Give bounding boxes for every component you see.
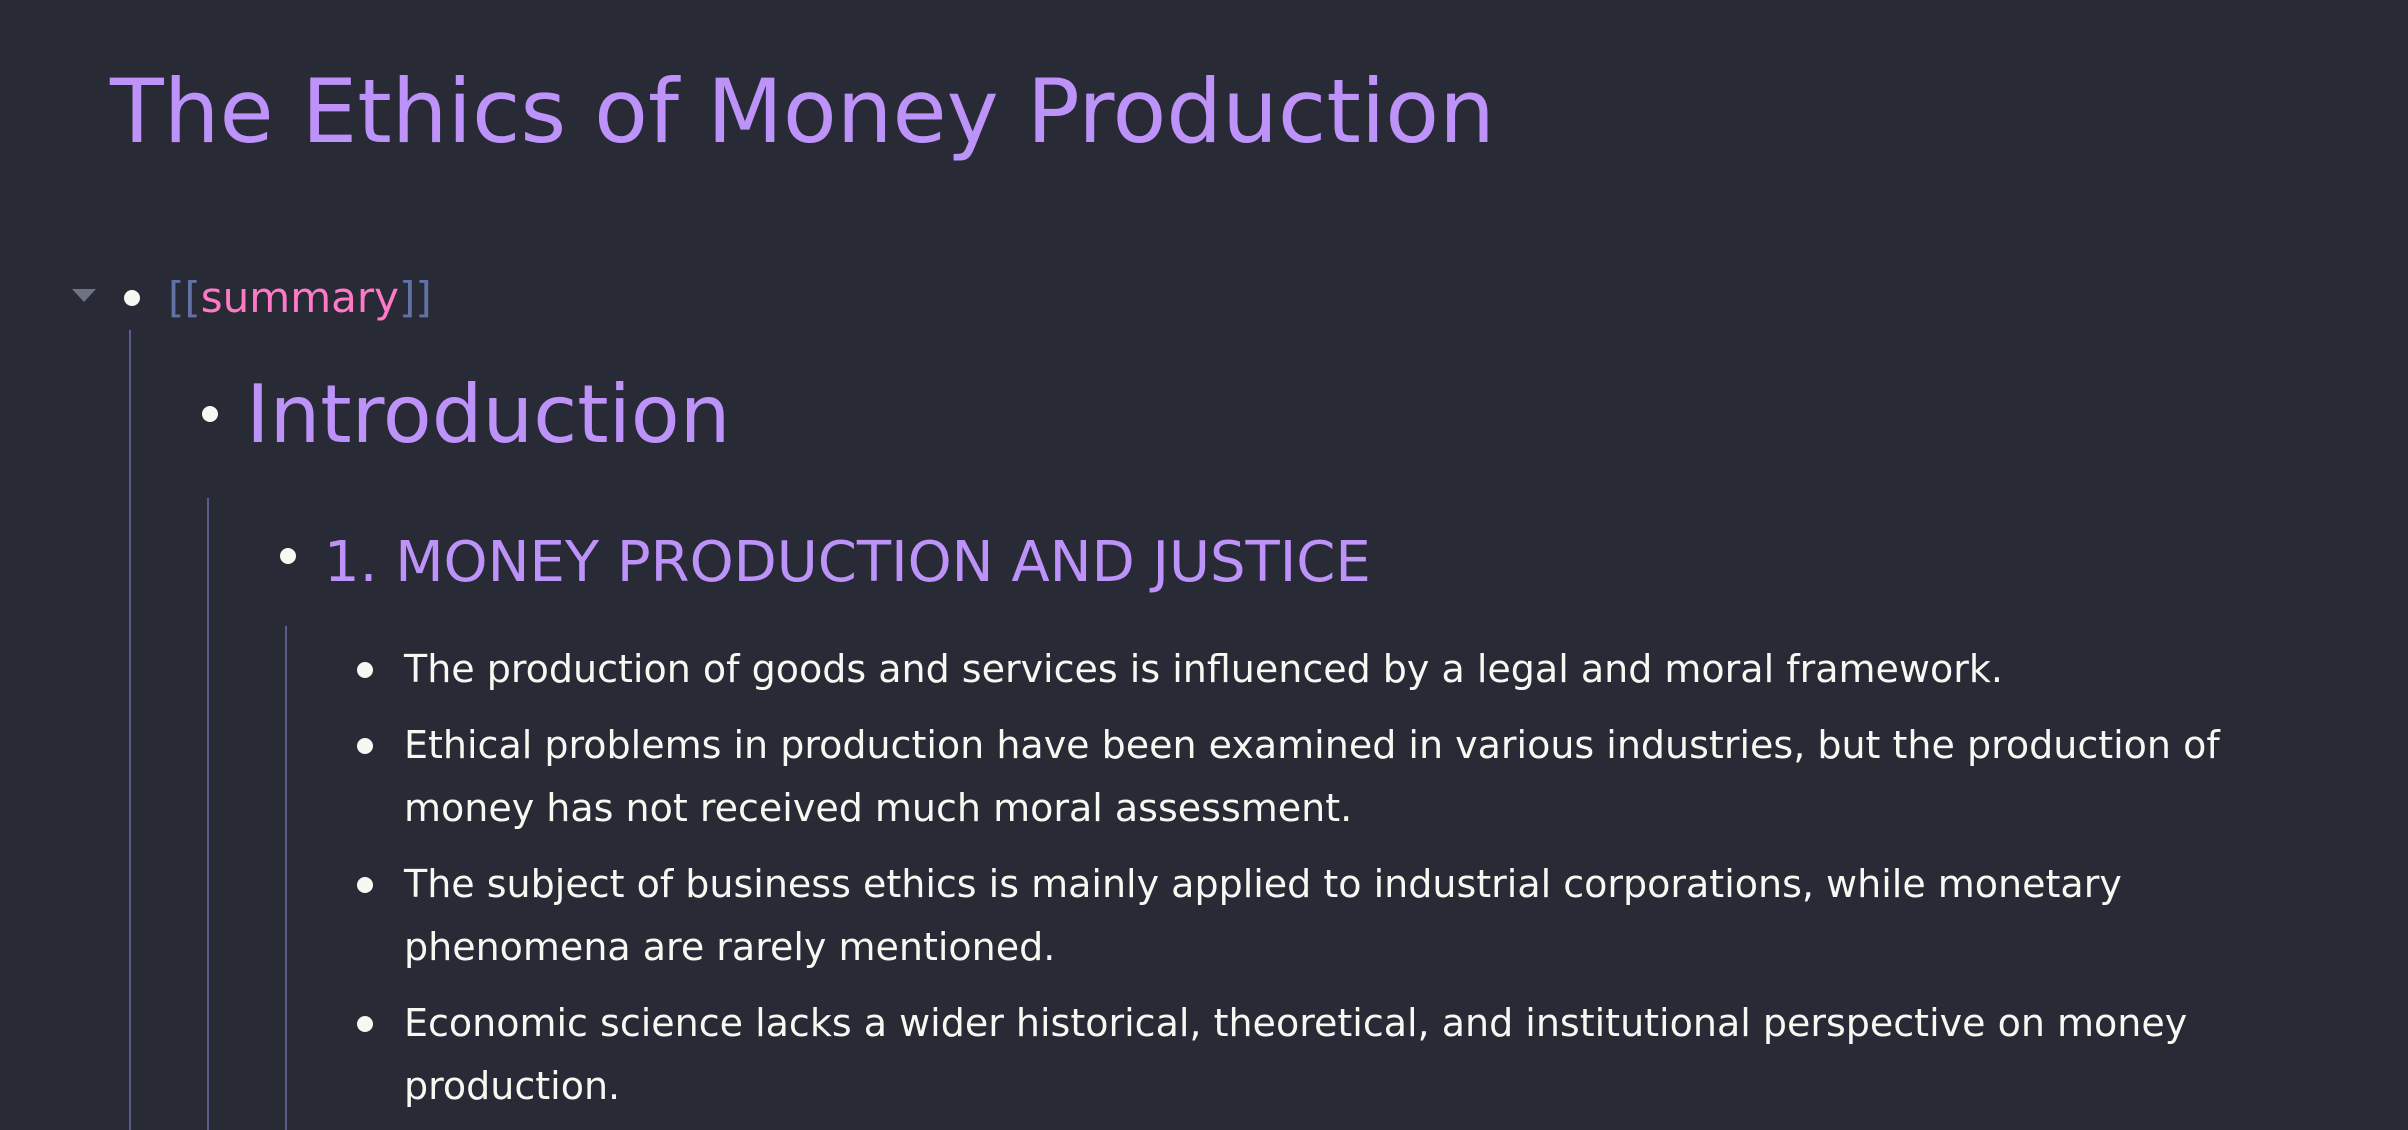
indent-guide-level-1[interactable] — [129, 330, 131, 1130]
list-item[interactable]: The subject of business ethics is mainly… — [357, 853, 2264, 979]
page: The Ethics of Money Production [[summary… — [0, 0, 2408, 1130]
list-item[interactable]: Ethical problems in production have been… — [357, 714, 2264, 840]
block-bullet-summary[interactable] — [124, 290, 140, 306]
block-heading-introduction[interactable]: Introduction — [246, 360, 730, 470]
block-bullet[interactable] — [357, 662, 373, 678]
block-bullet[interactable] — [357, 738, 373, 754]
ref-open-brackets: [[ — [168, 273, 201, 322]
page-title: The Ethics of Money Production — [110, 60, 1495, 163]
list-item-text[interactable]: The subject of business ethics is mainly… — [404, 862, 2122, 969]
block-bullet[interactable] — [357, 1016, 373, 1032]
page-reference-summary[interactable]: [[summary]] — [168, 270, 432, 326]
list-item[interactable]: Economic science lacks a wider historica… — [357, 992, 2264, 1118]
block-heading-section[interactable]: 1. MONEY PRODUCTION AND JUSTICE — [324, 528, 1371, 598]
indent-guide-level-2[interactable] — [207, 498, 209, 1130]
section-item-list: The production of goods and services is … — [357, 638, 2264, 1130]
list-item-text[interactable]: The production of goods and services is … — [404, 647, 2003, 691]
indent-guide-level-3[interactable] — [285, 626, 287, 1130]
list-item-text[interactable]: Economic science lacks a wider historica… — [404, 1001, 2187, 1108]
block-bullet-section[interactable] — [280, 548, 296, 564]
list-item-text[interactable]: Ethical problems in production have been… — [404, 723, 2220, 830]
ref-label[interactable]: summary — [201, 273, 399, 322]
block-bullet[interactable] — [357, 877, 373, 893]
block-bullet-introduction[interactable] — [202, 406, 218, 422]
list-item[interactable]: The production of goods and services is … — [357, 638, 2264, 701]
ref-close-brackets: ]] — [398, 273, 432, 322]
collapse-toggle-icon[interactable] — [72, 289, 96, 302]
